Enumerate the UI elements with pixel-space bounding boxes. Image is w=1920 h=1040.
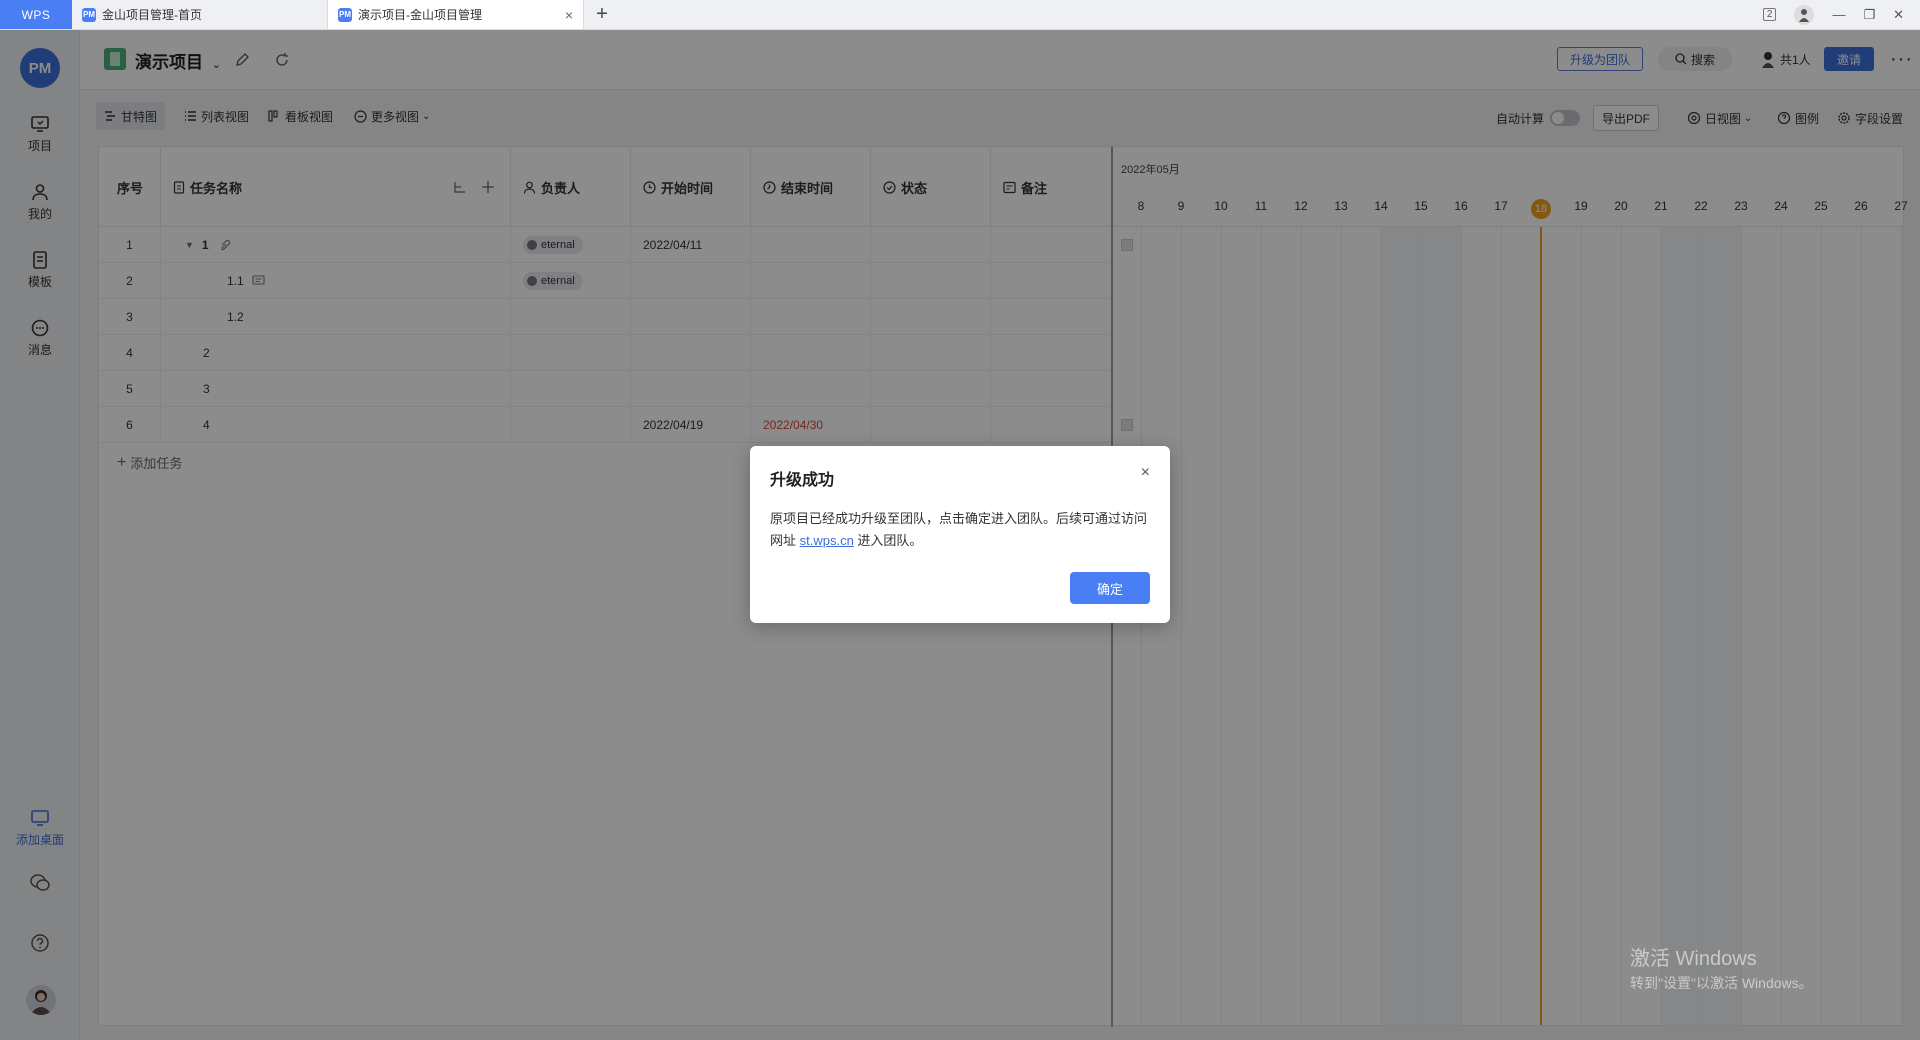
upgrade-success-dialog: 升级成功 × 原项目已经成功升级至团队，点击确定进入团队。后续可通过访问网址 s… [750, 446, 1170, 623]
pm-icon: PM [82, 7, 96, 22]
plus-icon: + [596, 3, 608, 25]
tab-home[interactable]: PM 金山项目管理-首页 [72, 0, 328, 29]
tab-demo-project[interactable]: PM 演示项目-金山项目管理 × [328, 0, 584, 29]
window-controls: 2 — ❐ ✕ [1762, 0, 1920, 29]
restore-icon[interactable]: ❐ [1863, 7, 1875, 23]
watermark-subtitle: 转到"设置"以激活 Windows。 [1630, 975, 1813, 991]
watermark-title: 激活 Windows [1630, 948, 1757, 970]
close-window-icon[interactable]: ✕ [1893, 7, 1904, 23]
new-tab-button[interactable]: + [584, 0, 620, 29]
wps-label: WPS [21, 7, 51, 22]
dialog-message: 原项目已经成功升级至团队，点击确定进入团队。后续可通过访问网址 st.wps.c… [770, 508, 1155, 552]
confirm-button[interactable]: 确定 [1070, 572, 1150, 604]
tab-label: 金山项目管理-首页 [102, 8, 202, 22]
confirm-label: 确定 [1096, 581, 1123, 597]
title-bar: WPS PM 金山项目管理-首页 PM 演示项目-金山项目管理 × + 2 — … [0, 0, 1920, 30]
wps-app-button[interactable]: WPS [0, 0, 72, 29]
pm-icon: PM [338, 7, 352, 22]
close-icon[interactable]: × [1141, 464, 1150, 482]
dialog-title: 升级成功 [770, 472, 835, 489]
user-avatar-icon[interactable] [1794, 4, 1815, 25]
window-count-badge[interactable]: 2 [1762, 8, 1777, 21]
windows-activation-watermark: 激活 Windows 转到"设置"以激活 Windows。 [1630, 942, 1813, 993]
team-url-link[interactable]: st.wps.cn [800, 533, 854, 548]
close-icon[interactable]: × [565, 7, 573, 23]
tab-label: 演示项目-金山项目管理 [358, 8, 482, 22]
dialog-text: 进入团队。 [853, 533, 923, 548]
minimize-icon[interactable]: — [1832, 7, 1845, 22]
